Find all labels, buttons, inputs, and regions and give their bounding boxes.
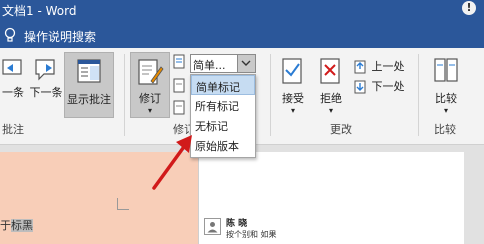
accept-icon: [282, 58, 302, 84]
chevron-down-icon: ▾: [290, 106, 295, 115]
markup-display-icon: [173, 54, 185, 69]
markup-option-original[interactable]: 原始版本: [191, 135, 255, 155]
next-comment-icon: [35, 59, 55, 81]
previous-change-icon: [354, 60, 366, 74]
annotation-arrow-icon: [152, 135, 192, 190]
next-comment-button[interactable]: 下一条: [28, 56, 64, 100]
chevron-down-icon: ▾: [328, 106, 333, 115]
selected-text: 标黑: [11, 219, 33, 232]
changes-group-label: 更改: [330, 123, 352, 136]
document-text[interactable]: 于标黑: [0, 217, 33, 233]
lightbulb-icon: [4, 27, 16, 42]
markup-display-combo[interactable]: 简单...: [190, 54, 256, 73]
compare-label: 比较: [435, 92, 457, 105]
margin-corner-mark: [117, 198, 129, 210]
compare-icon: [434, 58, 458, 82]
previous-comment-icon: [2, 59, 22, 75]
tell-me-label: 操作说明搜索: [24, 30, 97, 44]
markup-option-simple[interactable]: 简单标记: [191, 75, 255, 95]
comment-author: 陈 晓: [226, 219, 248, 229]
tell-me-bar[interactable]: 操作说明搜索: [0, 22, 484, 48]
track-changes-label: 修订: [139, 92, 161, 105]
previous-change-button[interactable]: 上一处: [354, 58, 410, 74]
reject-label: 拒绝: [320, 92, 342, 105]
title-bar: 文档1 - Word !: [0, 0, 484, 22]
user-icon: [207, 222, 218, 233]
reject-icon: [320, 58, 340, 84]
next-change-icon: [354, 80, 366, 94]
comment-text: 按个别和 如果: [226, 230, 277, 239]
group-divider: [270, 54, 271, 136]
compare-group-label: 比较: [434, 123, 456, 136]
previous-change-label: 上一处: [371, 60, 405, 73]
track-changes-icon: [138, 59, 164, 85]
next-comment-label: 下一条: [29, 86, 63, 99]
markup-options-dropdown: 简单标记 所有标记 无标记 原始版本: [190, 74, 256, 158]
show-comments-button[interactable]: 显示批注: [64, 52, 114, 118]
combo-dropdown-button[interactable]: [237, 55, 255, 72]
compare-button[interactable]: 比较 ▾: [428, 56, 464, 115]
show-markup-icon: [173, 78, 185, 93]
track-changes-button[interactable]: 修订 ▾: [130, 52, 170, 118]
reviewing-pane-icon: [173, 100, 185, 115]
chevron-down-icon: ▾: [443, 106, 448, 115]
next-change-button[interactable]: 下一处: [354, 78, 410, 94]
window-title: 文档1 - Word: [2, 4, 77, 18]
warning-icon[interactable]: !: [462, 1, 476, 15]
comments-group-label: 批注: [2, 123, 24, 136]
chevron-down-icon: [241, 60, 251, 66]
markup-display-value: 简单...: [193, 59, 226, 72]
accept-label: 接受: [282, 92, 304, 105]
show-comments-label: 显示批注: [67, 93, 111, 106]
group-divider: [418, 54, 419, 136]
accept-button[interactable]: 接受 ▾: [276, 56, 310, 115]
chevron-down-icon: ▾: [147, 106, 152, 115]
avatar: [204, 218, 221, 235]
group-divider: [124, 54, 125, 136]
reject-button[interactable]: 拒绝 ▾: [314, 56, 348, 115]
previous-comment-button[interactable]: 一条: [0, 56, 26, 100]
document-text-prefix: 于: [0, 219, 11, 232]
markup-option-none[interactable]: 无标记: [191, 115, 255, 135]
show-comments-icon: [77, 59, 101, 83]
markup-option-all[interactable]: 所有标记: [191, 95, 255, 115]
previous-comment-label: 一条: [2, 86, 24, 99]
next-change-label: 下一处: [371, 80, 405, 93]
